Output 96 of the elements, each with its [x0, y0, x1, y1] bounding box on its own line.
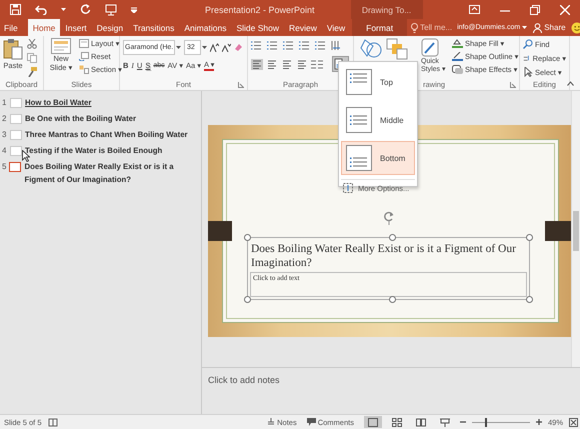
- resize-handle[interactable]: [388, 296, 396, 303]
- ribbon-tab[interactable]: Home: [28, 19, 60, 36]
- share-button[interactable]: Share: [533, 22, 566, 32]
- zoom-out-icon[interactable]: [460, 419, 466, 425]
- resize-handle[interactable]: [526, 296, 533, 303]
- list-format-icon[interactable]: [283, 41, 296, 50]
- list-format-icon[interactable]: [299, 41, 312, 50]
- ribbon-tab[interactable]: Transitions: [128, 19, 180, 36]
- align-middle-icon: [346, 107, 372, 133]
- spell-check-icon[interactable]: [48, 418, 58, 426]
- caret-icon[interactable]: [522, 26, 528, 30]
- slide-number: 3: [2, 129, 7, 141]
- side-tab-decoration: [208, 221, 232, 241]
- side-tab-decoration: [545, 221, 572, 241]
- presentation-icon[interactable]: [105, 4, 117, 16]
- ribbon-tab[interactable]: File: [0, 19, 28, 36]
- normal-view-button[interactable]: [364, 416, 382, 428]
- resize-handle[interactable]: [244, 234, 251, 241]
- lightbulb-icon[interactable]: [411, 22, 418, 32]
- ribbon-tab[interactable]: Insert: [60, 19, 92, 36]
- align-icon[interactable]: [266, 58, 278, 70]
- ribbon-tab[interactable]: Animations: [179, 19, 232, 36]
- pointer-icon: [523, 67, 533, 77]
- align-top-icon: [346, 69, 372, 95]
- align-icon[interactable]: [296, 58, 308, 70]
- section-icon: [79, 65, 89, 74]
- quick-styles-icon[interactable]: [421, 38, 439, 58]
- menu-item[interactable]: Top: [341, 65, 415, 99]
- list-format-icon[interactable]: [267, 41, 280, 50]
- comment-icon: [306, 418, 316, 426]
- pen-icon: [452, 52, 463, 61]
- slide-number: 5: [2, 161, 6, 173]
- ribbon-tab[interactable]: View: [322, 19, 350, 36]
- customize-caret-icon[interactable]: [131, 6, 137, 12]
- arrange-icon[interactable]: [386, 38, 408, 60]
- slide-thumbnail-icon[interactable]: [10, 130, 22, 140]
- align-icon[interactable]: [281, 58, 293, 70]
- replace-icon: [523, 53, 531, 63]
- shape-effects-icon: [452, 65, 463, 74]
- ribbon-tab[interactable]: Slide Show: [231, 19, 284, 36]
- menu-item[interactable]: Bottom: [341, 141, 415, 175]
- dialog-launcher-icon[interactable]: [238, 82, 244, 88]
- ribbon-tab[interactable]: Format: [352, 19, 408, 36]
- align-text-icon: [343, 183, 353, 193]
- slide-number: 2: [2, 113, 7, 125]
- fit-to-window-icon[interactable]: [569, 418, 578, 426]
- cut-icon[interactable]: [27, 39, 37, 49]
- text-direction-icon[interactable]: [331, 40, 341, 51]
- resize-handle[interactable]: [388, 234, 396, 241]
- resize-handle[interactable]: [244, 296, 251, 303]
- align-bottom-icon: [346, 145, 372, 171]
- shapes-icon[interactable]: [359, 38, 383, 60]
- slide-thumbnail-icon[interactable]: [10, 146, 22, 156]
- layout-icon: [79, 39, 89, 48]
- align-icon[interactable]: [251, 58, 263, 70]
- context-group-label: Drawing To...: [362, 4, 412, 14]
- redo-icon[interactable]: [80, 4, 91, 15]
- resize-handle[interactable]: [526, 234, 533, 241]
- restore-icon[interactable]: [530, 4, 540, 14]
- ribbon-tab[interactable]: Review: [284, 19, 322, 36]
- slide-number: 4: [2, 145, 7, 157]
- notes-icon: [267, 418, 276, 426]
- tell-me-field[interactable]: Tell me...: [420, 23, 452, 32]
- caret-icon[interactable]: [176, 46, 181, 50]
- columns-icon[interactable]: [311, 60, 323, 68]
- format-painter-icon[interactable]: [27, 67, 37, 77]
- dialog-launcher-icon[interactable]: [510, 82, 516, 88]
- caret-icon[interactable]: [202, 46, 207, 50]
- collapse-ribbon-icon[interactable]: [567, 81, 574, 86]
- slide-thumbnail-icon[interactable]: [9, 162, 22, 172]
- slide-thumbnail-icon[interactable]: [10, 98, 22, 108]
- reset-icon: [79, 52, 89, 61]
- menu-item[interactable]: Middle: [341, 103, 415, 137]
- paint-bucket-icon: [452, 39, 463, 48]
- list-format-icon[interactable]: [251, 41, 264, 50]
- window-title: Presentation2 - PowerPoint: [205, 4, 315, 14]
- rotate-handle-icon[interactable]: [382, 211, 394, 225]
- eraser-icon[interactable]: [234, 43, 243, 52]
- zoom-slider-thumb[interactable]: [485, 418, 488, 426]
- undo-icon[interactable]: [35, 4, 47, 14]
- caret-icon[interactable]: [61, 8, 66, 12]
- ribbon-display-icon[interactable]: [469, 5, 480, 14]
- grow-font-icon[interactable]: [210, 43, 219, 52]
- smiley-icon[interactable]: [570, 22, 580, 34]
- search-icon: [523, 39, 533, 49]
- person-icon: [533, 22, 542, 32]
- scrollbar[interactable]: [571, 91, 580, 367]
- zoom-in-icon[interactable]: [536, 419, 542, 425]
- close-icon[interactable]: [560, 4, 570, 14]
- shrink-font-icon[interactable]: [222, 43, 231, 52]
- list-format-icon[interactable]: [315, 41, 328, 50]
- save-icon[interactable]: [10, 4, 21, 15]
- slide-thumbnail-icon[interactable]: [10, 114, 22, 124]
- slide-number: 1: [2, 97, 7, 109]
- ribbon-tab[interactable]: Design: [92, 19, 128, 36]
- slide-title: Does Boiling Water Really Exist or is it a Figment of Our Imagination?: [250, 242, 517, 270]
